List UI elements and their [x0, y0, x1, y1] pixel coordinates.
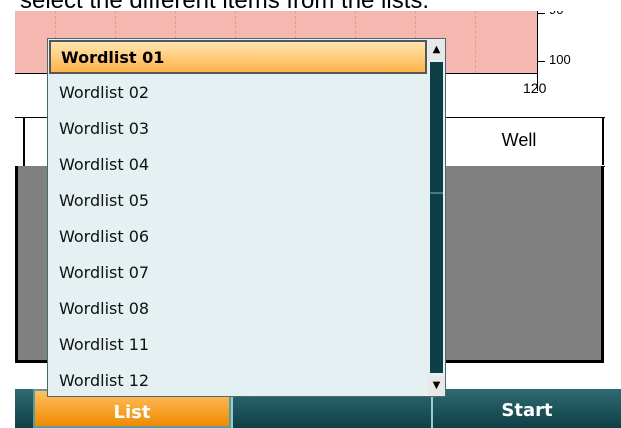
wordlist-item[interactable]: Wordlist 11 [49, 327, 427, 363]
header-cell-well: Well [435, 118, 604, 165]
wordlist-item[interactable]: Wordlist 06 [49, 219, 427, 255]
wordlist-dropdown[interactable]: Wordlist 01 Wordlist 02 Wordlist 03 Word… [47, 38, 446, 397]
dropdown-scrollbar[interactable]: ▲ ▼ [428, 40, 445, 396]
scroll-up-icon[interactable]: ▲ [428, 40, 445, 60]
scrollbar-grip [430, 192, 443, 194]
wordlist-item[interactable]: Wordlist 08 [49, 291, 427, 327]
app-window: 90 100 0 120 Well List Start Wordlist 01… [15, 11, 621, 428]
wordlist-item[interactable]: Wordlist 07 [49, 255, 427, 291]
header-cell-left [15, 118, 25, 166]
wordlist-item[interactable]: Wordlist 05 [49, 183, 427, 219]
y-tick-label: 90 [549, 11, 563, 17]
y-tick-mark [537, 61, 545, 62]
x-tick-mark [537, 73, 538, 79]
start-button[interactable]: Start [431, 389, 621, 428]
wordlist-item[interactable]: Wordlist 02 [49, 75, 427, 111]
toolbar-button-left[interactable] [15, 389, 33, 428]
x-tick-label: 120 [523, 80, 547, 96]
scroll-down-icon[interactable]: ▼ [428, 376, 445, 396]
wordlist-item[interactable]: Wordlist 03 [49, 111, 427, 147]
wordlist-selected-item[interactable]: Wordlist 01 [49, 40, 427, 74]
chart-y-axis [537, 11, 538, 91]
y-tick-mark [537, 13, 545, 14]
y-tick-label: 100 [549, 52, 571, 67]
wordlist-item[interactable]: Wordlist 12 [49, 363, 427, 399]
scrollbar-thumb[interactable] [430, 62, 443, 373]
wordlist-item[interactable]: Wordlist 04 [49, 147, 427, 183]
